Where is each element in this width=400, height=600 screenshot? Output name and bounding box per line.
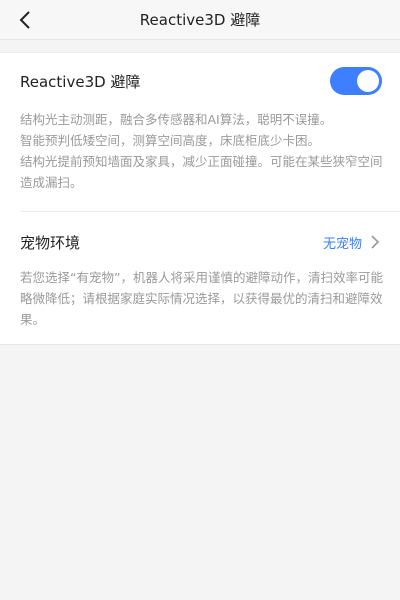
chevron-right-icon [371, 235, 380, 249]
chevron-left-icon [19, 11, 30, 29]
reactive3d-row: Reactive3D 避障 [20, 67, 382, 95]
reactive3d-description: 结构光主动测距，融合多传感器和AI算法，聪明不误撞。 智能预判低矮空间，测算空间… [20, 109, 390, 193]
divider [20, 211, 400, 212]
pet-environment-value-wrap: 无宠物 [323, 233, 382, 252]
pet-environment-row[interactable]: 宠物环境 无宠物 [20, 230, 382, 254]
page-title: Reactive3D 避障 [139, 11, 261, 29]
pet-desc-text: 若您选择“有宠物”，机器人将采用谨慎的避障动作，清扫效率可能略微降低；请根据家庭… [20, 270, 383, 327]
reactive3d-label: Reactive3D 避障 [20, 72, 141, 91]
pet-environment-value: 无宠物 [322, 236, 362, 252]
reactive3d-desc-line: 结构光提前预知墙面及家具，减少正面碰撞。可能在某些狭窄空间造成漏扫。 [20, 154, 383, 190]
header-bar: Reactive3D 避障 [0, 0, 400, 40]
toggle-knob [357, 70, 379, 92]
settings-card: Reactive3D 避障 结构光主动测距，融合多传感器和AI算法，聪明不误撞。… [0, 52, 400, 345]
pet-environment-label: 宠物环境 [20, 233, 81, 252]
reactive3d-desc-line: 智能预判低矮空间，测算空间高度，床底柜底少卡困。 [20, 133, 321, 148]
reactive3d-toggle[interactable] [330, 67, 382, 95]
reactive3d-desc-line: 结构光主动测距，融合多传感器和AI算法，聪明不误撞。 [20, 112, 333, 127]
back-button[interactable] [10, 5, 40, 35]
pet-environment-description: 若您选择“有宠物”，机器人将采用谨慎的避障动作，清扫效率可能略微降低；请根据家庭… [20, 267, 390, 330]
